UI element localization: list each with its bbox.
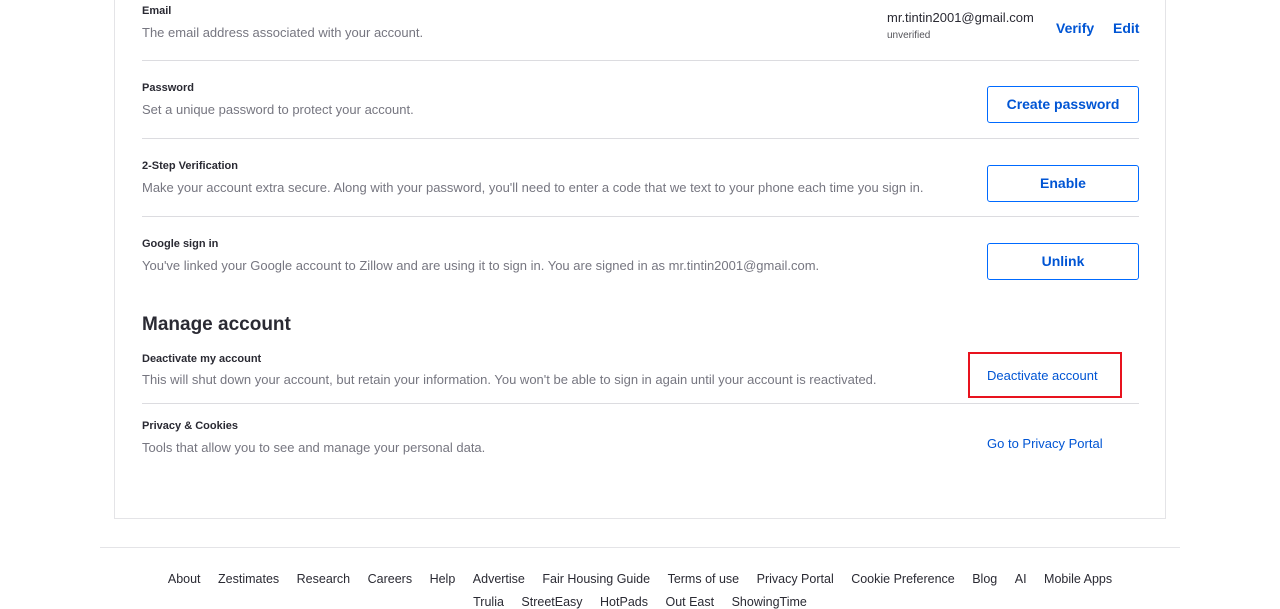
email-value-block: mr.tintin2001@gmail.com unverified	[887, 10, 1034, 41]
deactivate-title: Deactivate my account	[142, 353, 262, 365]
edit-email-link[interactable]: Edit	[1113, 20, 1139, 36]
two-step-row: 2-Step Verification Make your account ex…	[142, 138, 1139, 217]
footer: About Zestimates Research Careers Help A…	[0, 572, 1280, 609]
account-settings-card: Email The email address associated with …	[114, 0, 1166, 519]
privacy-title: Privacy & Cookies	[142, 420, 238, 432]
email-value: mr.tintin2001@gmail.com	[887, 10, 1034, 25]
email-title: Email	[142, 5, 172, 17]
create-password-button[interactable]: Create password	[987, 86, 1139, 123]
google-signin-title: Google sign in	[142, 238, 219, 250]
footer-link-showingtime[interactable]: ShowingTime	[732, 595, 807, 609]
footer-link-help[interactable]: Help	[430, 572, 456, 586]
manage-account-heading: Manage account	[142, 314, 291, 335]
privacy-row: Privacy & Cookies Tools that allow you t…	[142, 403, 1139, 463]
email-status: unverified	[887, 30, 931, 41]
footer-links: About Zestimates Research Careers Help A…	[0, 572, 1280, 586]
two-step-title: 2-Step Verification	[142, 160, 238, 172]
footer-link-trulia[interactable]: Trulia	[473, 595, 504, 609]
privacy-portal-link[interactable]: Go to Privacy Portal	[987, 436, 1103, 451]
enable-two-step-button[interactable]: Enable	[987, 165, 1139, 202]
footer-link-terms[interactable]: Terms of use	[668, 572, 740, 586]
footer-link-mobile-apps[interactable]: Mobile Apps	[1044, 572, 1112, 586]
footer-link-research[interactable]: Research	[297, 572, 351, 586]
password-description: Set a unique password to protect your ac…	[142, 102, 414, 117]
email-description: The email address associated with your a…	[142, 25, 424, 40]
privacy-description: Tools that allow you to see and manage y…	[142, 440, 486, 455]
email-row: Email The email address associated with …	[142, 0, 1139, 61]
google-signin-description: You've linked your Google account to Zil…	[142, 258, 820, 273]
footer-link-ai[interactable]: AI	[1015, 572, 1027, 586]
highlight-box	[968, 352, 1122, 398]
password-title: Password	[142, 82, 194, 94]
footer-link-advertise[interactable]: Advertise	[473, 572, 525, 586]
footer-link-fair-housing[interactable]: Fair Housing Guide	[542, 572, 650, 586]
footer-link-careers[interactable]: Careers	[368, 572, 412, 586]
footer-divider	[100, 547, 1180, 548]
footer-link-privacy-portal[interactable]: Privacy Portal	[757, 572, 834, 586]
google-signin-row: Google sign in You've linked your Google…	[142, 216, 1139, 296]
footer-link-blog[interactable]: Blog	[972, 572, 997, 586]
verify-email-link[interactable]: Verify	[1056, 20, 1094, 36]
unlink-google-button[interactable]: Unlink	[987, 243, 1139, 280]
footer-link-zestimates[interactable]: Zestimates	[218, 572, 279, 586]
footer-link-about[interactable]: About	[168, 572, 201, 586]
deactivate-description: This will shut down your account, but re…	[142, 372, 877, 387]
password-row: Password Set a unique password to protec…	[142, 60, 1139, 139]
footer-links-secondary: Trulia StreetEasy HotPads Out East Showi…	[0, 595, 1280, 609]
footer-link-streeteasy[interactable]: StreetEasy	[521, 595, 582, 609]
footer-link-out-east[interactable]: Out East	[665, 595, 714, 609]
two-step-description: Make your account extra secure. Along wi…	[142, 180, 924, 195]
footer-link-hotpads[interactable]: HotPads	[600, 595, 648, 609]
footer-link-cookie-preference[interactable]: Cookie Preference	[851, 572, 955, 586]
